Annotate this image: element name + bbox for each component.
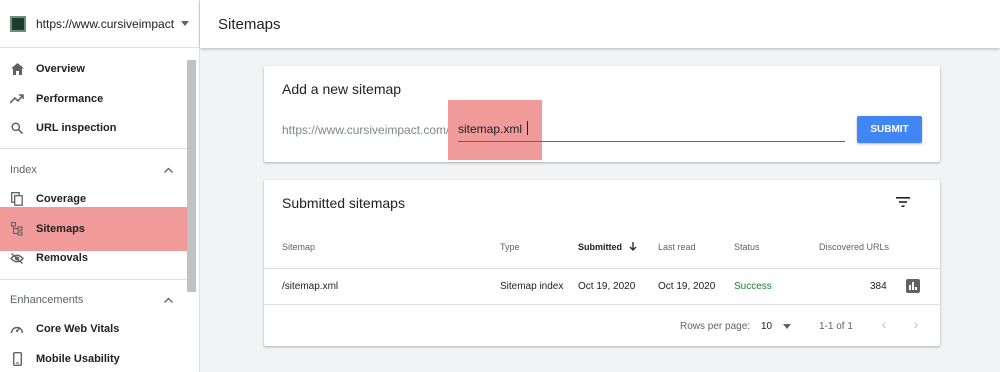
bar-chart-icon[interactable] xyxy=(906,279,920,293)
sidebar-section-index[interactable]: Index xyxy=(0,156,187,184)
column-header-last-read[interactable]: Last read xyxy=(658,242,696,252)
arrow-down-icon xyxy=(629,242,636,251)
column-header-label: Submitted xyxy=(578,242,622,252)
row-divider xyxy=(264,304,940,305)
column-header-type[interactable]: Type xyxy=(500,242,520,252)
phone-icon xyxy=(10,352,24,366)
rows-dropdown-caret-icon[interactable] xyxy=(783,324,791,329)
sidebar-item-label: Removals xyxy=(36,252,88,264)
pagination-range: 1-1 of 1 xyxy=(819,321,853,332)
cell-sitemap[interactable]: /sitemap.xml xyxy=(282,281,338,292)
previous-page-icon[interactable]: ‹ xyxy=(877,316,891,332)
site-favicon-icon xyxy=(10,15,26,32)
sidebar-item-performance[interactable]: Performance xyxy=(0,84,187,114)
section-label: Enhancements xyxy=(10,294,84,306)
rows-per-page-select[interactable]: 10 xyxy=(761,321,772,332)
cell-submitted: Oct 19, 2020 xyxy=(578,281,636,292)
sidebar-divider xyxy=(0,279,187,280)
sitemap-icon xyxy=(10,222,24,236)
sitemap-url-prefix: https://www.cursiveimpact.com/ xyxy=(282,123,450,137)
cell-discovered-urls: 384 xyxy=(870,281,887,292)
filter-icon[interactable] xyxy=(896,196,910,208)
sidebar-item-label: Core Web Vitals xyxy=(36,323,120,335)
sidebar-item-removals[interactable]: Removals xyxy=(0,243,187,273)
next-page-icon[interactable]: › xyxy=(909,316,923,332)
row-divider xyxy=(264,268,940,269)
submit-button[interactable]: SUBMIT xyxy=(857,116,922,143)
sidebar-divider xyxy=(0,148,187,149)
sitemap-url-input-value: sitemap.xml xyxy=(458,122,523,136)
cell-status: Success xyxy=(734,281,772,292)
dropdown-caret-icon xyxy=(181,21,189,26)
search-icon xyxy=(10,121,24,135)
section-label: Index xyxy=(10,164,37,176)
property-url: https://www.cursiveimpact.c... xyxy=(36,16,175,31)
rows-per-page-label: Rows per page: xyxy=(680,321,751,332)
sidebar-item-overview[interactable]: Overview xyxy=(0,54,187,84)
sidebar-item-label: Coverage xyxy=(36,193,87,205)
copy-icon xyxy=(10,192,24,206)
trending-up-icon xyxy=(10,92,24,106)
sitemap-url-input[interactable]: sitemap.xml xyxy=(458,118,845,142)
sidebar-item-core-web-vitals[interactable]: Core Web Vitals xyxy=(0,314,187,344)
submitted-sitemaps-title: Submitted sitemaps xyxy=(282,195,405,211)
chevron-up-icon xyxy=(164,167,173,173)
cell-type: Sitemap index xyxy=(500,281,564,292)
sidebar-section-enhancements[interactable]: Enhancements xyxy=(0,286,187,314)
submitted-sitemaps-card: Submitted sitemaps Sitemap Type Submitte… xyxy=(264,180,940,346)
add-sitemap-title: Add a new sitemap xyxy=(282,81,402,97)
sidebar-item-label: Sitemaps xyxy=(36,223,85,235)
home-icon xyxy=(10,62,24,76)
column-header-status[interactable]: Status xyxy=(734,242,760,252)
add-sitemap-card: Add a new sitemap https://www.cursiveimp… xyxy=(264,66,940,162)
column-header-sitemap[interactable]: Sitemap xyxy=(282,242,315,252)
speed-icon xyxy=(10,322,24,336)
sidebar-item-label: Overview xyxy=(36,63,85,75)
column-header-discovered-urls[interactable]: Discovered URLs xyxy=(819,242,889,252)
text-cursor xyxy=(527,121,528,135)
sidebar-item-mobile-usability[interactable]: Mobile Usability xyxy=(0,344,187,372)
sidebar-item-url-inspection[interactable]: URL inspection xyxy=(0,113,187,143)
page-title: Sitemaps xyxy=(218,15,281,33)
sidebar-item-label: Performance xyxy=(36,93,104,105)
sidebar-scrollbar[interactable] xyxy=(187,60,196,292)
sidebar-item-label: Mobile Usability xyxy=(36,353,120,365)
sidebar: https://www.cursiveimpact.c... Overview … xyxy=(0,0,200,372)
visibility-off-icon xyxy=(10,251,24,265)
cell-last-read: Oct 19, 2020 xyxy=(658,281,716,292)
header-bar: Sitemaps xyxy=(200,0,1000,48)
sidebar-item-label: URL inspection xyxy=(36,122,117,134)
column-header-submitted[interactable]: Submitted xyxy=(578,242,637,252)
property-selector[interactable]: https://www.cursiveimpact.c... xyxy=(0,0,199,48)
chevron-up-icon xyxy=(164,297,173,303)
